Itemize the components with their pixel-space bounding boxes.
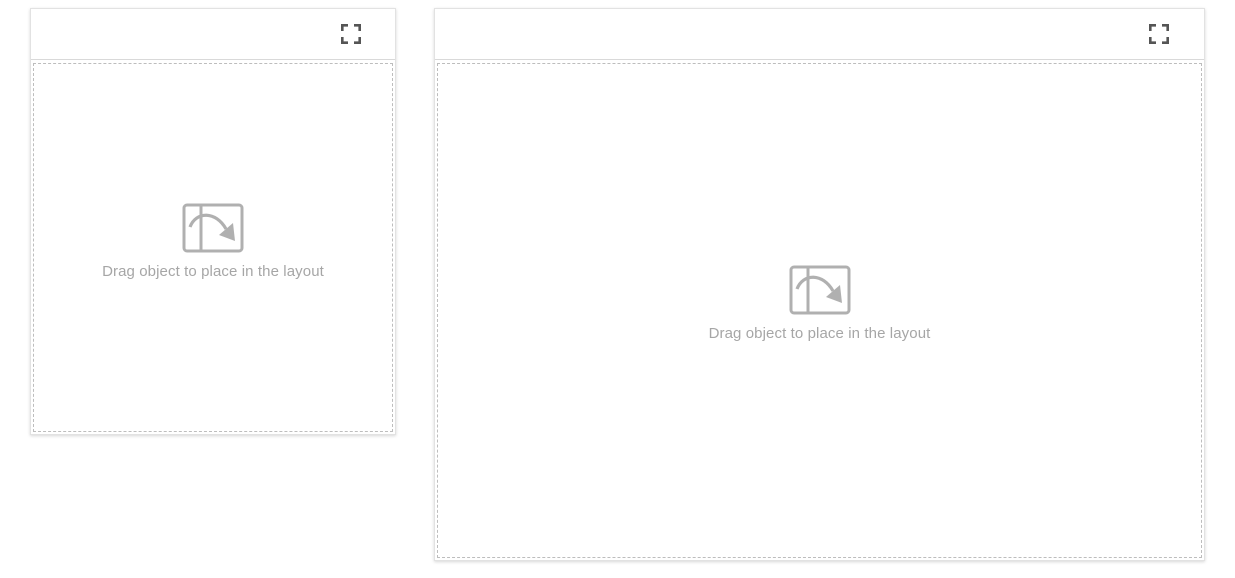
drop-zone[interactable]: Drag object to place in the layout (33, 63, 393, 432)
fullscreen-icon (1149, 24, 1169, 44)
fullscreen-button[interactable] (341, 24, 361, 44)
drop-placeholder-text: Drag object to place in the layout (102, 263, 324, 280)
layout-panel-left: Drag object to place in the layout (30, 8, 396, 435)
drop-placeholder: Drag object to place in the layout (438, 265, 1201, 342)
fullscreen-button[interactable] (1149, 24, 1169, 44)
drag-to-layout-icon (182, 203, 244, 253)
drop-placeholder: Drag object to place in the layout (34, 203, 392, 280)
drag-to-layout-icon (789, 265, 851, 315)
fullscreen-icon (341, 24, 361, 44)
drop-placeholder-text: Drag object to place in the layout (708, 325, 931, 342)
panel-header (435, 9, 1204, 60)
drop-zone[interactable]: Drag object to place in the layout (437, 63, 1202, 558)
panel-header (31, 9, 395, 60)
layout-panel-right: Drag object to place in the layout (434, 8, 1205, 561)
